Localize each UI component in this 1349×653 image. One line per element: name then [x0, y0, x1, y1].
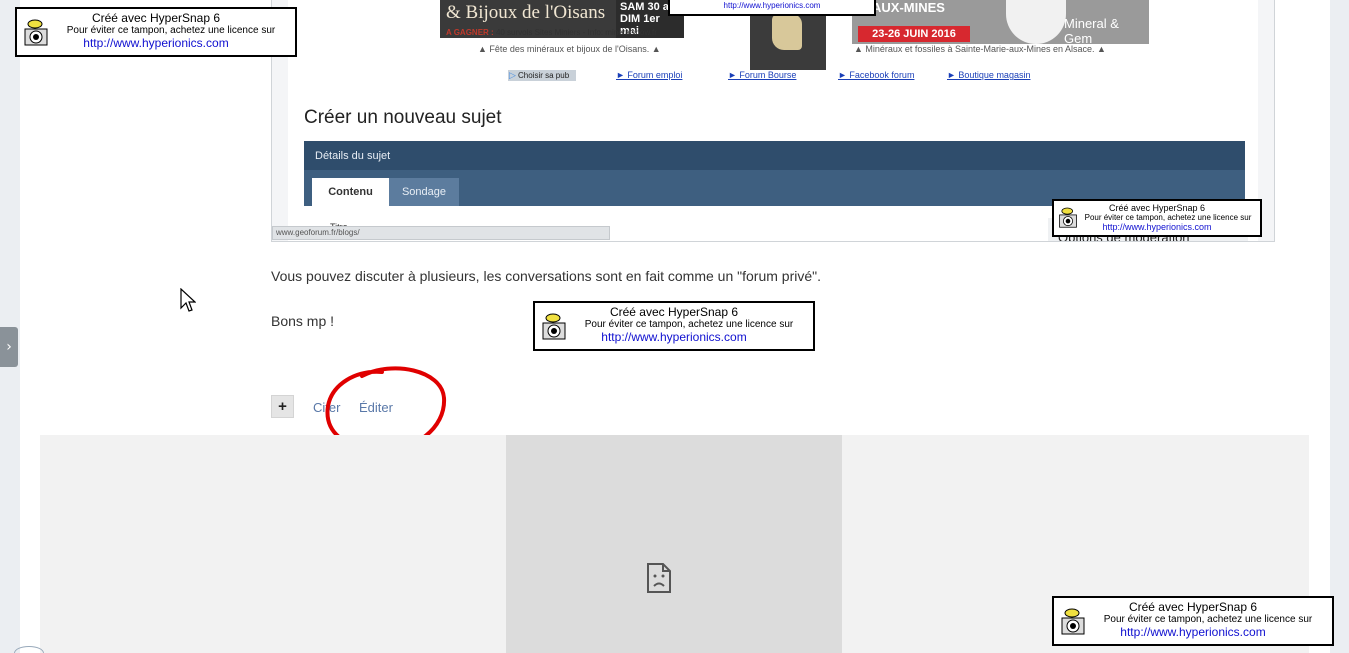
ad-oisans-gagner: A GAGNER : 40 survols Sites Miniers - In…: [446, 28, 657, 37]
choisir-pub-button[interactable]: Choisir sa pub: [508, 70, 576, 81]
ad-oisans-title: & Bijoux de l'Oisans: [446, 2, 606, 23]
mouse-cursor-icon: [180, 288, 196, 312]
ad-mines-title: AUX-MINES: [872, 0, 945, 15]
broken-document-icon: [647, 563, 671, 593]
status-bar-url: www.geoforum.fr/blogs/: [272, 226, 610, 240]
camera-icon: [24, 19, 48, 46]
camera-icon: [542, 313, 566, 340]
watermark-line1: Créé avec HyperSnap 6: [609, 305, 739, 319]
watermark-line1: Créé avec HyperSnap 6: [1128, 600, 1258, 614]
link-facebook-forum[interactable]: ► Facebook forum: [838, 70, 914, 80]
watermark-line1: Créé avec HyperSnap 6: [91, 11, 221, 25]
watermark-line2: Pour éviter ce tampon, achetez une licen…: [1084, 213, 1252, 222]
topic-details-panel: Détails du sujet Contenu Sondage: [304, 141, 1245, 206]
ad-mines-dates: 23-26 JUIN 2016: [858, 26, 970, 42]
link-forum-bourse[interactable]: ► Forum Bourse: [728, 70, 796, 80]
ad-oisans-gagner-label: A GAGNER :: [446, 28, 494, 37]
page-gutter-right: [1330, 0, 1349, 653]
camera-icon: [1059, 207, 1077, 228]
camera-icon: [1061, 608, 1085, 635]
hypersnap-watermark: Créé avec HyperSnap 6 Pour éviter ce tam…: [1052, 596, 1334, 646]
hypersnap-watermark: Créé avec HyperSnap 6 Pour éviter ce tam…: [533, 301, 815, 351]
watermark-line3: http://www.hyperionics.com: [1102, 222, 1212, 232]
post-paragraph: Vous pouvez discuter à plusieurs, les co…: [271, 268, 821, 284]
watermark-line2: Pour éviter ce tampon, achetez une licen…: [66, 25, 276, 36]
watermark-line3: http://www.hyperionics.com: [1120, 625, 1266, 639]
ad-oisans-caption: ▲ Fête des minéraux et bijoux de l'Oisan…: [478, 44, 661, 54]
watermark-line1: Créé avec HyperSnap 6: [1108, 203, 1206, 213]
tab-sondage[interactable]: Sondage: [389, 178, 459, 206]
watermark-line2: Pour éviter ce tampon, achetez une licen…: [1103, 614, 1313, 625]
crystal-image: [772, 14, 802, 50]
link-forum-emploi[interactable]: ► Forum emploi: [616, 70, 682, 80]
hypersnap-watermark: Créé avec HyperSnap 6 Pour éviter ce tam…: [15, 7, 297, 57]
ad-mines-caption: ▲ Minéraux et fossiles à Sainte-Marie-au…: [854, 44, 1106, 54]
hypersnap-watermark: Créé avec HyperSnap 6 Pour éviter ce tam…: [1052, 199, 1262, 237]
post-paragraph: Bons mp !: [271, 313, 335, 329]
plus-button[interactable]: +: [271, 395, 294, 418]
embed-placeholder: [506, 435, 842, 653]
watermark-line3: http://www.hyperionics.com: [83, 36, 229, 50]
scroll-to-top-icon[interactable]: [14, 646, 44, 653]
tab-contenu[interactable]: Contenu: [312, 178, 389, 206]
page-title: Créer un nouveau sujet: [304, 107, 502, 128]
chevron-right-icon: ›: [6, 339, 12, 355]
hypersnap-watermark: Pour éviter ce tampon, achetez une licen…: [668, 0, 876, 16]
ad-mines-banner[interactable]: AUX-MINES 23-26 JUIN 2016 Mineral & Gem: [852, 0, 1149, 46]
panel-title: Détails du sujet: [304, 141, 1245, 170]
ad-oisans-gagner-text: 40 survols Sites Miniers - Info: mineral…: [495, 28, 657, 37]
ad-mines-mineral-image: [1006, 0, 1066, 44]
ad-mines-mg: Mineral & Gem: [1064, 16, 1119, 46]
watermark-line2: Pour éviter ce tampon, achetez une licen…: [584, 319, 794, 330]
watermark-line3: http://www.hyperionics.com: [601, 330, 747, 344]
watermark-line3: http://www.hyperionics.com: [723, 1, 821, 10]
link-boutique-magasin[interactable]: ► Boutique magasin: [947, 70, 1030, 80]
sidebar-toggle[interactable]: ›: [0, 327, 18, 367]
